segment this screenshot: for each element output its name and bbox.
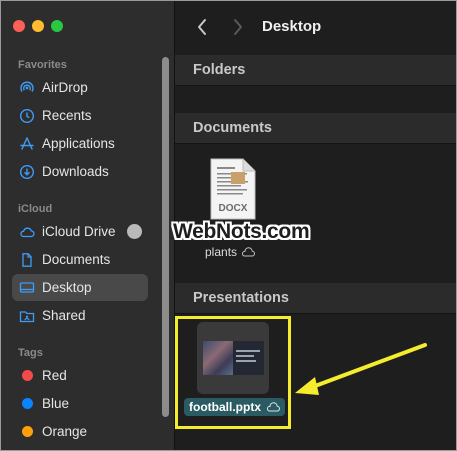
sidebar-item-desktop[interactable]: Desktop bbox=[12, 274, 148, 301]
sidebar-item-label: Orange bbox=[42, 424, 88, 439]
tag-color-dot bbox=[19, 424, 35, 440]
zoom-window-button[interactable] bbox=[51, 20, 63, 32]
highlight-box bbox=[175, 316, 291, 429]
tag-color-dot bbox=[19, 368, 35, 384]
sidebar-item-label: Desktop bbox=[42, 280, 92, 295]
document-icon bbox=[19, 252, 35, 268]
sidebar-item-shared[interactable]: Shared bbox=[12, 302, 148, 329]
back-button[interactable] bbox=[192, 17, 212, 37]
file-name: plants bbox=[205, 245, 238, 259]
sidebar-item-label: Shared bbox=[42, 308, 86, 323]
close-window-button[interactable] bbox=[13, 20, 25, 32]
sidebar-item-tag-blue[interactable]: Blue bbox=[12, 390, 148, 417]
forward-button[interactable] bbox=[228, 17, 248, 37]
cloud-icon bbox=[19, 224, 35, 240]
window-controls bbox=[13, 20, 63, 32]
sidebar-item-documents[interactable]: Documents bbox=[12, 246, 148, 273]
group-header-presentations[interactable]: Presentations bbox=[175, 283, 456, 314]
sidebar-item-tag-orange[interactable]: Orange bbox=[12, 418, 148, 445]
sidebar-item-label: Downloads bbox=[42, 164, 109, 179]
docx-type-label: DOCX bbox=[219, 203, 248, 214]
sidebar-item-label: AirDrop bbox=[42, 80, 88, 95]
toolbar: Desktop bbox=[175, 1, 456, 53]
sidebar-item-label: Red bbox=[42, 368, 67, 383]
sidebar-item-label: iCloud Drive bbox=[42, 224, 116, 239]
window-title: Desktop bbox=[262, 18, 322, 35]
icloud-section-title: iCloud bbox=[18, 203, 53, 215]
download-icon bbox=[19, 164, 35, 180]
airdrop-icon bbox=[19, 80, 35, 96]
sync-progress-indicator bbox=[126, 224, 142, 239]
minimize-window-button[interactable] bbox=[32, 20, 44, 32]
sidebar-item-tag-red[interactable]: Red bbox=[12, 362, 148, 389]
sidebar-item-label: Applications bbox=[42, 136, 115, 151]
sidebar-item-downloads[interactable]: Downloads bbox=[12, 158, 148, 185]
sidebar-item-icloud-drive[interactable]: iCloud Drive bbox=[12, 218, 148, 245]
sidebar-item-label: Documents bbox=[42, 252, 111, 267]
file-item-plants[interactable]: plants bbox=[205, 245, 256, 259]
applications-icon bbox=[19, 136, 35, 152]
sidebar: Favorites AirDrop Recents Applications D… bbox=[1, 1, 175, 450]
tags-section-title: Tags bbox=[18, 347, 43, 359]
sidebar-item-label: Recents bbox=[42, 108, 92, 123]
desktop-icon bbox=[19, 280, 35, 296]
group-header-folders[interactable]: Folders bbox=[175, 55, 456, 86]
finder-window: Favorites AirDrop Recents Applications D… bbox=[0, 0, 457, 451]
sidebar-scrollbar[interactable] bbox=[162, 57, 169, 417]
watermark: WebNots.com bbox=[173, 220, 310, 243]
sidebar-item-applications[interactable]: Applications bbox=[12, 130, 148, 157]
annotation-arrow-icon bbox=[295, 343, 427, 395]
sidebar-item-recents[interactable]: Recents bbox=[12, 102, 148, 129]
docx-file-icon[interactable]: DOCX bbox=[209, 158, 257, 220]
cloud-icon bbox=[241, 247, 256, 257]
shared-folder-icon bbox=[19, 308, 35, 324]
group-header-documents[interactable]: Documents bbox=[175, 113, 456, 144]
tag-color-dot bbox=[19, 396, 35, 412]
clock-icon bbox=[19, 108, 35, 124]
chevron-left-icon bbox=[198, 19, 206, 35]
favorites-section-title: Favorites bbox=[18, 59, 67, 71]
sidebar-item-airdrop[interactable]: AirDrop bbox=[12, 74, 148, 101]
sidebar-item-label: Blue bbox=[42, 396, 70, 411]
chevron-right-icon bbox=[234, 19, 242, 35]
